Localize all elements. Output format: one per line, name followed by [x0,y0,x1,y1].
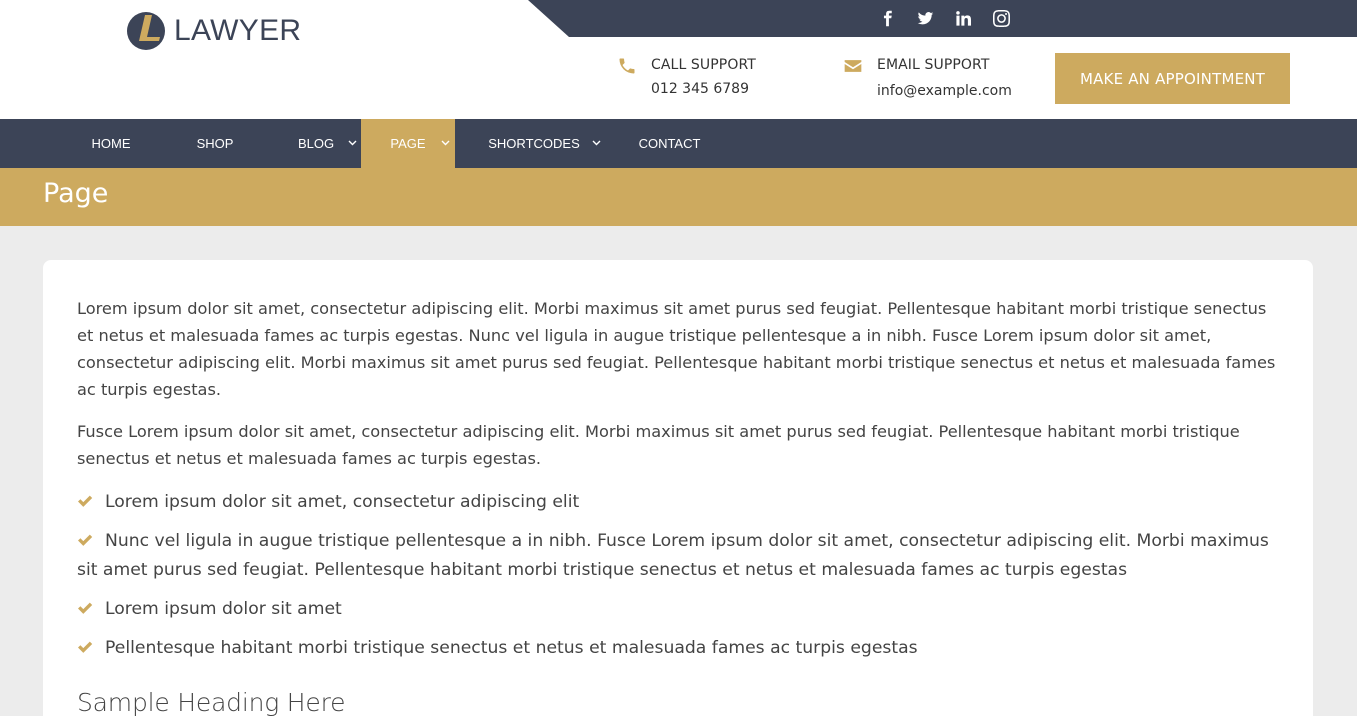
paragraph: Fusce Lorem ipsum dolor sit amet, consec… [77,422,1240,468]
logo-text: LAWYER [174,14,302,47]
nav-item-page[interactable]: PAGE [361,119,455,168]
nav-item-label: SHORTCODES [488,136,580,151]
call-support-number[interactable]: 012 345 6789 [651,79,756,99]
check-icon [77,635,93,653]
check-icon [77,596,93,614]
list-item: Nunc vel ligula in augue tristique pelle… [77,527,1277,585]
phone-icon [617,56,637,76]
nav-item-label: CONTACT [638,136,701,151]
paragraph: Lorem ipsum dolor sit amet, consectetur … [77,299,1276,399]
linkedin-icon[interactable] [944,7,982,29]
facebook-icon[interactable] [868,7,906,29]
check-icon [77,489,93,507]
check-list: Lorem ipsum dolor sit amet, consectetur … [77,488,1277,673]
content-card: Lorem ipsum dolor sit amet, consectetur … [43,260,1313,716]
call-support-label: CALL SUPPORT [651,57,756,73]
nav-item-label: SHOP [196,136,234,151]
chevron-down-icon [348,136,357,150]
list-item-text: Lorem ipsum dolor sit amet [105,599,342,619]
page-title-bar: Page [0,168,1357,226]
envelope-icon [843,56,863,76]
email-support: EMAIL SUPPORT info@example.com [843,55,1012,101]
instagram-icon[interactable] [982,7,1020,29]
page-title: Page [43,178,109,209]
nav-item-shortcodes[interactable]: SHORTCODES [476,119,601,168]
nav-item-label: PAGE [390,136,426,151]
section-heading: Sample Heading Here [77,688,346,716]
main-nav: HOME SHOP BLOG PAGE SHORTCODES CONTACT [0,119,1357,168]
email-support-label: EMAIL SUPPORT [877,57,990,73]
list-item-text: Lorem ipsum dolor sit amet, consectetur … [105,492,580,512]
make-appointment-button[interactable]: MAKE AN APPOINTMENT [1055,53,1290,104]
list-item: Lorem ipsum dolor sit amet [77,595,1277,624]
chevron-down-icon [592,136,601,150]
call-support: CALL SUPPORT 012 345 6789 [617,55,756,99]
nav-item-home[interactable]: HOME [63,119,159,168]
nav-item-shop[interactable]: SHOP [167,119,263,168]
nav-item-label: HOME [91,136,131,151]
nav-item-blog[interactable]: BLOG [268,119,364,168]
nav-item-contact[interactable]: CONTACT [624,119,715,168]
twitter-icon[interactable] [906,7,944,29]
list-item-text: Pellentesque habitant morbi tristique se… [105,638,918,658]
nav-item-label: BLOG [297,136,335,151]
chevron-down-icon [441,136,450,150]
social-links [868,7,1020,29]
list-item: Lorem ipsum dolor sit amet, consectetur … [77,488,1277,517]
site-logo[interactable]: LAWYER [126,10,301,52]
site-header: LAWYER CALL SUPPORT 012 345 6789 EMAIL S… [0,0,1357,119]
list-item: Pellentesque habitant morbi tristique se… [77,634,1277,663]
email-support-address[interactable]: info@example.com [877,81,1012,101]
check-icon [77,528,93,546]
logo-mark-icon [127,12,165,50]
list-item-text: Nunc vel ligula in augue tristique pelle… [77,531,1269,580]
